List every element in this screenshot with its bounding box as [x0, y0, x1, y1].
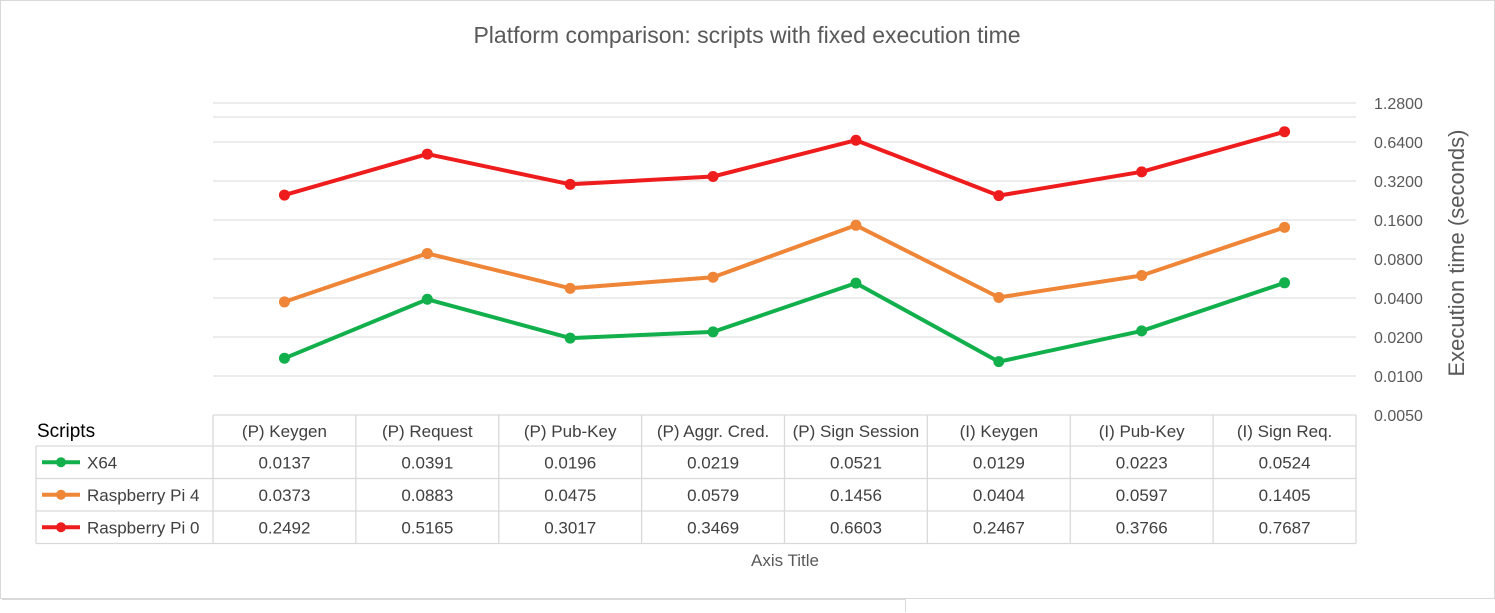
x-tick-label: (P) Request	[382, 422, 473, 441]
data-label: 0.0391	[401, 453, 453, 472]
legend-entry: Raspberry Pi 0	[87, 518, 199, 537]
data-label: 0.0219	[687, 453, 739, 472]
data-label: 0.0196	[544, 453, 596, 472]
data-label: 0.0597	[1116, 486, 1168, 505]
gridlines	[213, 102, 1356, 377]
data-point	[421, 148, 433, 160]
data-label: 0.0475	[544, 486, 596, 505]
data-point	[850, 134, 862, 146]
data-label: 0.0404	[973, 486, 1025, 505]
data-table: Scripts (P) Keygen (P) Request (P) Pub-Key (…	[35, 414, 1357, 545]
data-label: 0.0373	[258, 486, 310, 505]
data-label: 0.1456	[830, 486, 882, 505]
data-label: 0.3017	[544, 518, 596, 537]
x-axis-title: Axis Title	[751, 551, 819, 570]
data-label: 0.0579	[687, 486, 739, 505]
x-tick-label: (P) Sign Session	[793, 422, 920, 441]
data-point	[1279, 277, 1291, 289]
line-chart: Platform comparison: scripts with fixed …	[35, 22, 1469, 570]
y-axis-ticks: 1.2800 0.6400 0.3200 0.1600 0.0800 0.0400 0.02…	[1374, 96, 1423, 425]
data-label: 0.0521	[830, 453, 882, 472]
data-label: 0.7687	[1259, 518, 1311, 537]
legend-entry: Raspberry Pi 4	[87, 486, 199, 505]
data-point	[850, 219, 862, 231]
data-point	[1136, 166, 1148, 178]
data-label: 0.0129	[973, 453, 1025, 472]
data-label: 0.0883	[401, 486, 453, 505]
data-point	[707, 326, 719, 338]
x-tick-label: (I) Keygen	[960, 422, 1038, 441]
x-tick-label: (I) Pub-Key	[1099, 422, 1185, 441]
data-point	[278, 352, 290, 364]
data-point	[564, 282, 576, 294]
series-lines	[278, 126, 1291, 368]
data-point	[850, 277, 862, 289]
data-label: 0.6603	[830, 518, 882, 537]
data-label: 0.5165	[401, 518, 453, 537]
data-point	[993, 190, 1005, 202]
series-line	[283, 223, 1286, 304]
y-tick-label: 0.0200	[1374, 330, 1423, 347]
x-tick-label: (P) Keygen	[242, 422, 327, 441]
data-point	[1136, 269, 1148, 281]
y-tick-label: 0.0400	[1374, 291, 1423, 308]
data-label: 0.3766	[1116, 518, 1168, 537]
x-tick-label: (P) Pub-Key	[524, 422, 617, 441]
y-tick-label: 1.2800	[1374, 96, 1423, 113]
data-label: 0.2467	[973, 518, 1025, 537]
y-tick-label: 0.6400	[1374, 135, 1423, 152]
data-point	[707, 271, 719, 283]
y-tick-label: 0.0800	[1374, 252, 1423, 269]
data-point	[278, 189, 290, 201]
y-tick-label: 0.3200	[1374, 174, 1423, 191]
data-point	[421, 293, 433, 305]
data-label: 0.0524	[1259, 453, 1311, 472]
y-tick-label: 0.0050	[1374, 408, 1423, 425]
y-axis-title: Execution time (seconds)	[1444, 130, 1469, 377]
chart-title: Platform comparison: scripts with fixed …	[473, 22, 1020, 48]
data-point	[993, 356, 1005, 368]
data-label: 0.1405	[1259, 486, 1311, 505]
data-point	[993, 291, 1005, 303]
data-point	[564, 332, 576, 344]
y-tick-label: 0.1600	[1374, 213, 1423, 230]
data-point	[421, 247, 433, 259]
data-point	[278, 296, 290, 308]
data-point	[707, 170, 719, 182]
data-label: 0.3469	[687, 518, 739, 537]
series-line	[283, 129, 1286, 198]
data-label: 0.0223	[1116, 453, 1168, 472]
y-tick-label: 0.0100	[1374, 369, 1423, 386]
data-point	[1279, 221, 1291, 233]
data-label: 0.0137	[258, 453, 310, 472]
legend-marker	[56, 457, 66, 468]
legend-marker	[56, 522, 66, 533]
legend-marker	[56, 489, 66, 500]
data-label: 0.2492	[258, 518, 310, 537]
series-line	[283, 280, 1286, 364]
data-point	[564, 178, 576, 190]
table-header-label: Scripts	[37, 421, 95, 442]
x-tick-label: (I) Sign Req.	[1237, 422, 1332, 441]
data-point	[1136, 325, 1148, 337]
legend-entry: X64	[87, 453, 117, 472]
data-point	[1279, 126, 1291, 138]
x-tick-label: (P) Aggr. Cred.	[657, 422, 769, 441]
